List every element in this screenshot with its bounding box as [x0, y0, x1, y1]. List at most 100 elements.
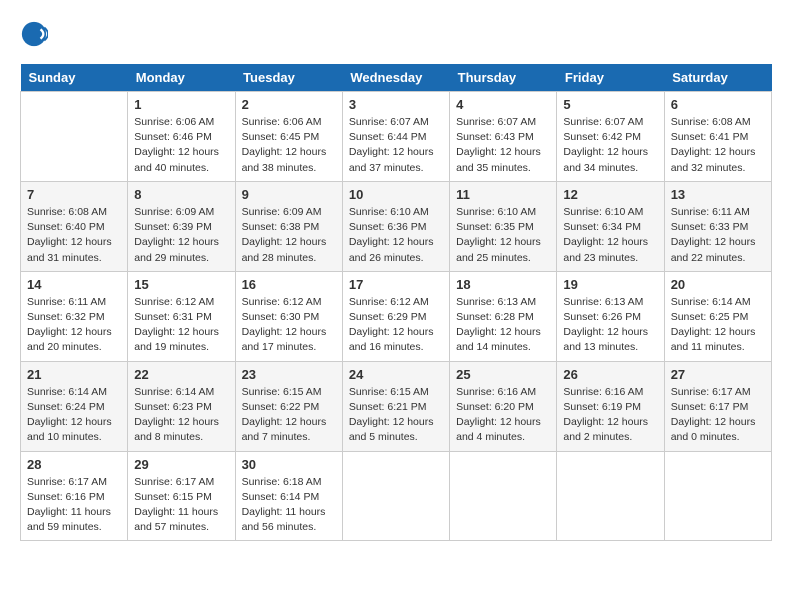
- date-number: 15: [134, 277, 228, 292]
- calendar-cell: 11 Sunrise: 6:10 AM Sunset: 6:35 PM Dayli…: [450, 181, 557, 271]
- cell-info: Sunrise: 6:11 AM Sunset: 6:32 PM Dayligh…: [27, 295, 121, 356]
- date-number: 14: [27, 277, 121, 292]
- calendar-cell: [664, 451, 771, 541]
- logo: [20, 20, 50, 48]
- cell-info: Sunrise: 6:13 AM Sunset: 6:28 PM Dayligh…: [456, 295, 550, 356]
- calendar-cell: 26 Sunrise: 6:16 AM Sunset: 6:19 PM Dayli…: [557, 361, 664, 451]
- calendar-cell: 19 Sunrise: 6:13 AM Sunset: 6:26 PM Dayli…: [557, 271, 664, 361]
- calendar-cell: 16 Sunrise: 6:12 AM Sunset: 6:30 PM Dayli…: [235, 271, 342, 361]
- date-number: 18: [456, 277, 550, 292]
- cell-info: Sunrise: 6:12 AM Sunset: 6:29 PM Dayligh…: [349, 295, 443, 356]
- column-header-tuesday: Tuesday: [235, 64, 342, 92]
- column-header-wednesday: Wednesday: [342, 64, 449, 92]
- calendar-cell: 21 Sunrise: 6:14 AM Sunset: 6:24 PM Dayli…: [21, 361, 128, 451]
- date-number: 9: [242, 187, 336, 202]
- cell-info: Sunrise: 6:14 AM Sunset: 6:25 PM Dayligh…: [671, 295, 765, 356]
- cell-info: Sunrise: 6:10 AM Sunset: 6:34 PM Dayligh…: [563, 205, 657, 266]
- cell-info: Sunrise: 6:16 AM Sunset: 6:19 PM Dayligh…: [563, 385, 657, 446]
- cell-info: Sunrise: 6:09 AM Sunset: 6:38 PM Dayligh…: [242, 205, 336, 266]
- calendar-cell: 1 Sunrise: 6:06 AM Sunset: 6:46 PM Daylig…: [128, 92, 235, 182]
- date-number: 23: [242, 367, 336, 382]
- calendar-cell: [557, 451, 664, 541]
- date-number: 29: [134, 457, 228, 472]
- calendar-cell: 27 Sunrise: 6:17 AM Sunset: 6:17 PM Dayli…: [664, 361, 771, 451]
- date-number: 7: [27, 187, 121, 202]
- logo-icon: [20, 20, 48, 48]
- date-number: 11: [456, 187, 550, 202]
- calendar-table: SundayMondayTuesdayWednesdayThursdayFrid…: [20, 64, 772, 541]
- date-number: 12: [563, 187, 657, 202]
- calendar-cell: 15 Sunrise: 6:12 AM Sunset: 6:31 PM Dayli…: [128, 271, 235, 361]
- cell-info: Sunrise: 6:13 AM Sunset: 6:26 PM Dayligh…: [563, 295, 657, 356]
- column-header-thursday: Thursday: [450, 64, 557, 92]
- calendar-cell: 23 Sunrise: 6:15 AM Sunset: 6:22 PM Dayli…: [235, 361, 342, 451]
- date-number: 6: [671, 97, 765, 112]
- cell-info: Sunrise: 6:07 AM Sunset: 6:43 PM Dayligh…: [456, 115, 550, 176]
- calendar-cell: 12 Sunrise: 6:10 AM Sunset: 6:34 PM Dayli…: [557, 181, 664, 271]
- column-header-friday: Friday: [557, 64, 664, 92]
- week-row-1: 1 Sunrise: 6:06 AM Sunset: 6:46 PM Daylig…: [21, 92, 772, 182]
- cell-info: Sunrise: 6:08 AM Sunset: 6:41 PM Dayligh…: [671, 115, 765, 176]
- cell-info: Sunrise: 6:18 AM Sunset: 6:14 PM Dayligh…: [242, 475, 336, 536]
- cell-info: Sunrise: 6:17 AM Sunset: 6:17 PM Dayligh…: [671, 385, 765, 446]
- calendar-cell: [342, 451, 449, 541]
- cell-info: Sunrise: 6:17 AM Sunset: 6:15 PM Dayligh…: [134, 475, 228, 536]
- date-number: 27: [671, 367, 765, 382]
- calendar-cell: 22 Sunrise: 6:14 AM Sunset: 6:23 PM Dayli…: [128, 361, 235, 451]
- calendar-cell: 25Sunrise: 6:16 AM Sunset: 6:20 PM Dayli…: [450, 361, 557, 451]
- date-number: 2: [242, 97, 336, 112]
- date-number: 20: [671, 277, 765, 292]
- calendar-cell: 14 Sunrise: 6:11 AM Sunset: 6:32 PM Dayli…: [21, 271, 128, 361]
- week-row-4: 21 Sunrise: 6:14 AM Sunset: 6:24 PM Dayli…: [21, 361, 772, 451]
- calendar-cell: 8Sunrise: 6:09 AM Sunset: 6:39 PM Daylig…: [128, 181, 235, 271]
- cell-info: Sunrise: 6:14 AM Sunset: 6:23 PM Dayligh…: [134, 385, 228, 446]
- cell-info: Sunrise: 6:06 AM Sunset: 6:46 PM Dayligh…: [134, 115, 228, 176]
- calendar-cell: 5 Sunrise: 6:07 AM Sunset: 6:42 PM Daylig…: [557, 92, 664, 182]
- date-number: 25: [456, 367, 550, 382]
- date-number: 30: [242, 457, 336, 472]
- calendar-cell: 24Sunrise: 6:15 AM Sunset: 6:21 PM Dayli…: [342, 361, 449, 451]
- calendar-cell: 3Sunrise: 6:07 AM Sunset: 6:44 PM Daylig…: [342, 92, 449, 182]
- date-number: 28: [27, 457, 121, 472]
- page-header: [20, 20, 772, 48]
- cell-info: Sunrise: 6:07 AM Sunset: 6:44 PM Dayligh…: [349, 115, 443, 176]
- cell-info: Sunrise: 6:12 AM Sunset: 6:30 PM Dayligh…: [242, 295, 336, 356]
- date-number: 13: [671, 187, 765, 202]
- calendar-cell: 29 Sunrise: 6:17 AM Sunset: 6:15 PM Dayli…: [128, 451, 235, 541]
- date-number: 4: [456, 97, 550, 112]
- calendar-cell: 13Sunrise: 6:11 AM Sunset: 6:33 PM Dayli…: [664, 181, 771, 271]
- calendar-cell: 9 Sunrise: 6:09 AM Sunset: 6:38 PM Daylig…: [235, 181, 342, 271]
- calendar-cell: 10 Sunrise: 6:10 AM Sunset: 6:36 PM Dayli…: [342, 181, 449, 271]
- calendar-cell: 30 Sunrise: 6:18 AM Sunset: 6:14 PM Dayli…: [235, 451, 342, 541]
- date-number: 21: [27, 367, 121, 382]
- cell-info: Sunrise: 6:07 AM Sunset: 6:42 PM Dayligh…: [563, 115, 657, 176]
- column-header-sunday: Sunday: [21, 64, 128, 92]
- calendar-cell: 2 Sunrise: 6:06 AM Sunset: 6:45 PM Daylig…: [235, 92, 342, 182]
- cell-info: Sunrise: 6:14 AM Sunset: 6:24 PM Dayligh…: [27, 385, 121, 446]
- cell-info: Sunrise: 6:08 AM Sunset: 6:40 PM Dayligh…: [27, 205, 121, 266]
- calendar-cell: 7 Sunrise: 6:08 AM Sunset: 6:40 PM Daylig…: [21, 181, 128, 271]
- cell-info: Sunrise: 6:12 AM Sunset: 6:31 PM Dayligh…: [134, 295, 228, 356]
- date-number: 22: [134, 367, 228, 382]
- calendar-cell: 20 Sunrise: 6:14 AM Sunset: 6:25 PM Dayli…: [664, 271, 771, 361]
- calendar-cell: 17Sunrise: 6:12 AM Sunset: 6:29 PM Dayli…: [342, 271, 449, 361]
- calendar-cell: 18 Sunrise: 6:13 AM Sunset: 6:28 PM Dayli…: [450, 271, 557, 361]
- week-row-3: 14 Sunrise: 6:11 AM Sunset: 6:32 PM Dayli…: [21, 271, 772, 361]
- cell-info: Sunrise: 6:09 AM Sunset: 6:39 PM Dayligh…: [134, 205, 228, 266]
- calendar-cell: [450, 451, 557, 541]
- date-number: 16: [242, 277, 336, 292]
- date-number: 10: [349, 187, 443, 202]
- cell-info: Sunrise: 6:10 AM Sunset: 6:35 PM Dayligh…: [456, 205, 550, 266]
- date-number: 26: [563, 367, 657, 382]
- date-number: 5: [563, 97, 657, 112]
- calendar-cell: 4 Sunrise: 6:07 AM Sunset: 6:43 PM Daylig…: [450, 92, 557, 182]
- cell-info: Sunrise: 6:15 AM Sunset: 6:22 PM Dayligh…: [242, 385, 336, 446]
- date-number: 19: [563, 277, 657, 292]
- cell-info: Sunrise: 6:06 AM Sunset: 6:45 PM Dayligh…: [242, 115, 336, 176]
- date-number: 1: [134, 97, 228, 112]
- cell-info: Sunrise: 6:15 AM Sunset: 6:21 PM Dayligh…: [349, 385, 443, 446]
- calendar-cell: 6 Sunrise: 6:08 AM Sunset: 6:41 PM Daylig…: [664, 92, 771, 182]
- header-row: SundayMondayTuesdayWednesdayThursdayFrid…: [21, 64, 772, 92]
- calendar-cell: 28Sunrise: 6:17 AM Sunset: 6:16 PM Dayli…: [21, 451, 128, 541]
- cell-info: Sunrise: 6:10 AM Sunset: 6:36 PM Dayligh…: [349, 205, 443, 266]
